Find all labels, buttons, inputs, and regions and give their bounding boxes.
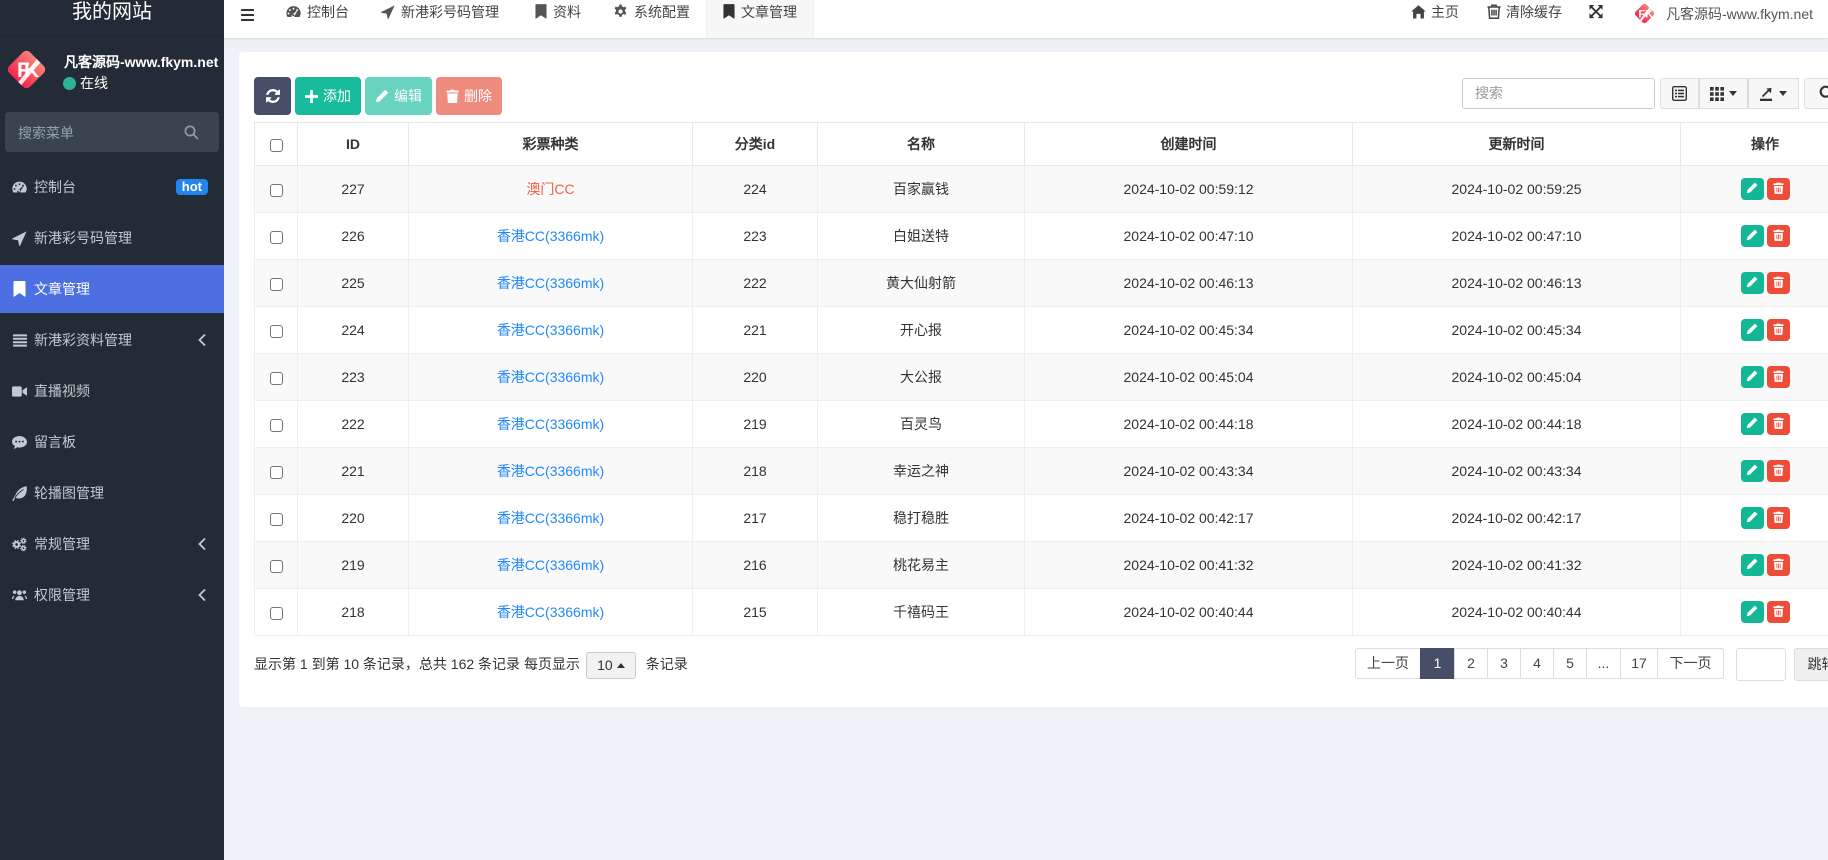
svg-text:K: K — [24, 59, 39, 82]
svg-text:FK: FK — [1638, 8, 1653, 20]
